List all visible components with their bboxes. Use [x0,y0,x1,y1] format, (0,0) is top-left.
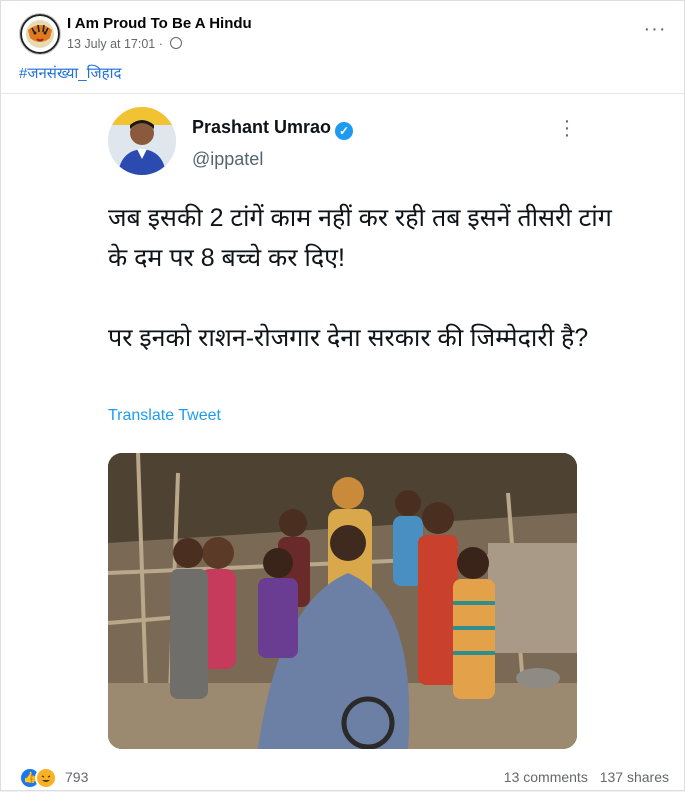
tweet-author-handle: @ippatel [192,149,264,169]
translate-tweet-link[interactable]: Translate Tweet [108,407,221,425]
tweet-author-name[interactable]: Prashant Umrao ✓ [192,117,354,140]
comments-count-link[interactable]: 13 comments [504,769,588,785]
person-avatar-icon [108,107,176,175]
facebook-post-card: I Am Proud To Be A Hindu 13 July at 17:0… [0,0,685,791]
laughing-face-icon [41,775,51,782]
reaction-count[interactable]: 793 [65,769,88,785]
engagement-stats: 13 comments 137 shares [504,769,669,785]
more-horizontal-icon[interactable]: ··· [641,19,669,47]
tiger-logo-icon [20,14,60,54]
tweet-text-paragraph-1: जब इसकी 2 टांगें काम नहीं कर रही तब इसने… [108,204,612,272]
post-header: I Am Proud To Be A Hindu 13 July at 17:0… [19,13,669,57]
globe-icon [170,37,183,49]
tweet-photo[interactable] [108,453,577,749]
page-name-link[interactable]: I Am Proud To Be A Hindu [67,15,252,32]
haha-reaction-icon[interactable] [35,767,57,789]
tweet-screenshot[interactable]: Prashant Umrao ✓ @ippatel · · · जब इसकी 2 ट… [1,94,684,756]
post-meta: 13 July at 17:01 · [67,37,183,51]
tweet-text-paragraph-2: पर इनको राशन-रोजगार देना सरकार की जिम्मे… [108,324,589,352]
family-photo-image [108,453,577,749]
kebab-menu-icon[interactable]: · · · [559,111,575,145]
meta-separator: · [158,37,163,51]
hashtag-link[interactable]: #जनसंख्या_जिहाद [19,63,121,83]
tweet-text: जब इसकी 2 टांगें काम नहीं कर रही तब इसने… [108,198,628,358]
page-avatar[interactable] [19,13,61,55]
verified-badge-icon: ✓ [335,122,354,140]
tweet-author-avatar [108,107,176,175]
tweet-author-name-text: Prashant Umrao [192,117,332,137]
post-footer: 👍 793 13 comments 137 shares [19,767,669,789]
shares-count-link[interactable]: 137 shares [600,769,669,785]
post-timestamp[interactable]: 13 July at 17:01 [67,37,155,51]
